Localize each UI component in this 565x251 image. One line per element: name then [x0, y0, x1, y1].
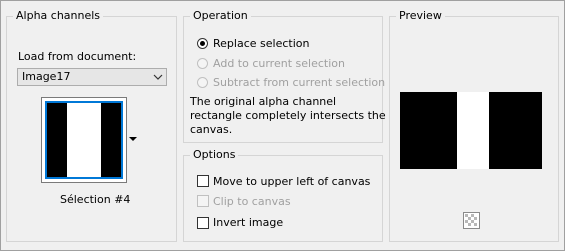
- chevron-down-icon: [153, 74, 163, 80]
- preview-title: Preview: [396, 9, 445, 23]
- add-to-selection-label[interactable]: Add to current selection: [213, 57, 345, 71]
- clip-to-canvas-label[interactable]: Clip to canvas: [213, 195, 291, 209]
- checkbox-clip-to-canvas[interactable]: [197, 195, 209, 207]
- thumbnail-white-band: [67, 103, 101, 177]
- preview-image: [400, 92, 542, 169]
- alpha-channel-thumbnail[interactable]: [41, 97, 127, 183]
- operation-description-line-1: The original alpha channel: [190, 95, 337, 108]
- invert-image-label[interactable]: Invert image: [213, 216, 283, 230]
- radio-subtract-selection[interactable]: [197, 77, 208, 88]
- checkbox-invert-image[interactable]: [197, 217, 209, 229]
- selection-caption: Sélection #4: [60, 193, 131, 206]
- load-from-document-label: Load from document:: [18, 50, 137, 63]
- thumbnail-selected-frame: [45, 101, 123, 179]
- alpha-channels-title: Alpha channels: [13, 9, 104, 23]
- preview-white-band: [457, 92, 489, 169]
- radio-replace-selection[interactable]: [197, 38, 208, 49]
- move-upper-left-label[interactable]: Move to upper left of canvas: [213, 175, 370, 189]
- document-select-value: Image17: [22, 70, 71, 83]
- operation-description-line-3: canvas.: [190, 123, 233, 136]
- operation-description-line-2: rectangle completely intersects the: [190, 109, 386, 122]
- checkbox-move-upper-left[interactable]: [197, 175, 209, 187]
- document-select[interactable]: Image17: [17, 68, 167, 86]
- thumbnail-dropdown-arrow-icon[interactable]: [127, 134, 139, 144]
- checkerboard-icon[interactable]: [463, 212, 480, 229]
- subtract-selection-label[interactable]: Subtract from current selection: [213, 76, 385, 90]
- options-title: Options: [190, 148, 239, 162]
- radio-add-to-selection[interactable]: [197, 58, 208, 69]
- operation-title: Operation: [190, 9, 251, 23]
- replace-selection-label[interactable]: Replace selection: [213, 37, 309, 51]
- radio-selected-dot: [200, 41, 205, 46]
